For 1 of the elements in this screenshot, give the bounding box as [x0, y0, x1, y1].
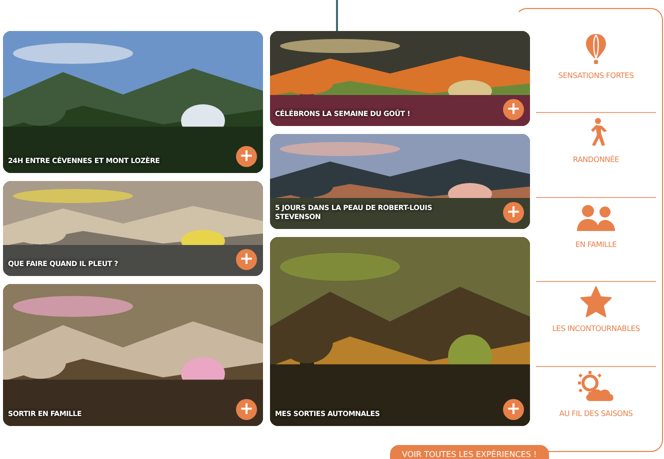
see-all-button[interactable]: VOIR TOUTES LES EXPÉRIENCES ! [390, 444, 549, 459]
